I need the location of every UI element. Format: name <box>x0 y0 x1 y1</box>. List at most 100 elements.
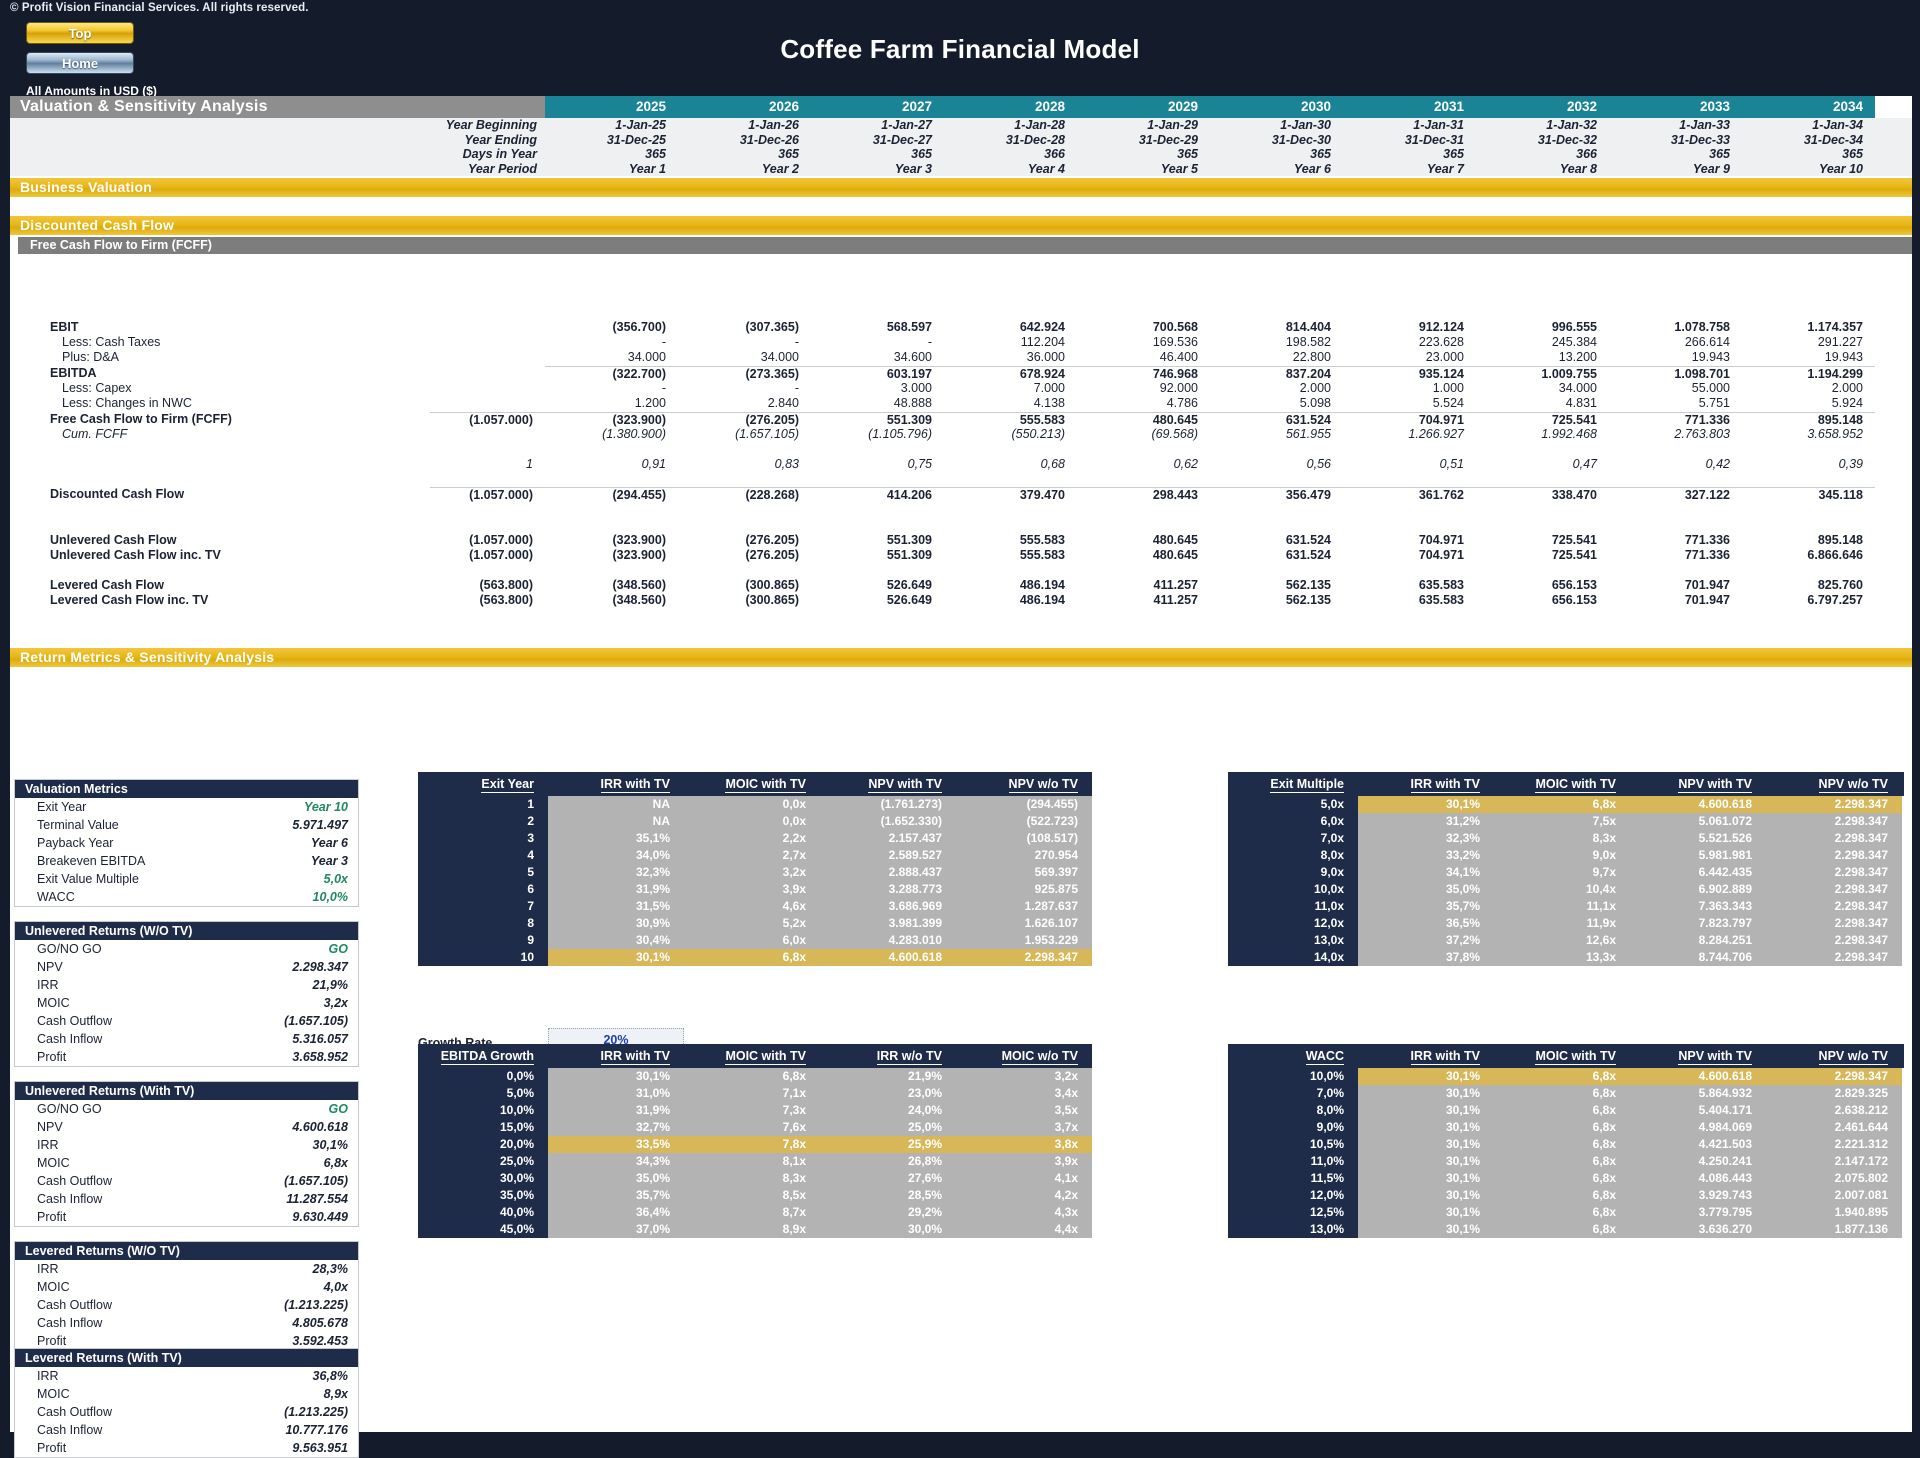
year-header-2027: 2027 <box>811 96 944 118</box>
period-cell: 1-Jan-30 <box>1280 118 1331 132</box>
dcf-cell: 169.536 <box>1152 335 1198 349</box>
panel-row-label: Payback Year <box>37 836 114 850</box>
table-cell: 3.288.773 <box>820 881 956 898</box>
table-row-label: 13,0% <box>1228 1221 1358 1238</box>
period-cell: 1-Jan-33 <box>1679 118 1730 132</box>
panel-row: GO/NO GO GO <box>15 940 358 958</box>
panel-row: Cash Inflow 4.805.678 <box>15 1314 358 1332</box>
table-cell: (522.723) <box>956 813 1092 830</box>
dcf-cell: 551.309 <box>886 533 932 547</box>
table-cell: 30,1% <box>1358 1221 1494 1238</box>
panel-row-value: Year 6 <box>310 836 348 850</box>
dcf-cell: 562.135 <box>1285 578 1331 592</box>
table-cell: 6,8x <box>1494 1136 1630 1153</box>
panel-row: IRR 36,8% <box>15 1367 358 1385</box>
dcf-cell: 5.098 <box>1299 396 1331 410</box>
table-row: 5,0% 31,0% 7,1x 23,0% 3,4x <box>418 1085 1092 1102</box>
table-row-label: 10,0% <box>1228 1068 1358 1085</box>
table-cell: 3,4x <box>956 1085 1092 1102</box>
dcf-cell: 935.124 <box>1343 366 1476 381</box>
table-cell: 2.298.347 <box>1766 813 1902 830</box>
dcf-cell: (356.700) <box>612 320 666 334</box>
dcf-cell: 0,68 <box>1040 457 1065 471</box>
panel-row-value: Year 3 <box>310 854 348 868</box>
dcf-cell: (1.380.900) <box>602 427 666 441</box>
dcf-cell: 486.194 <box>1019 578 1065 592</box>
table-cell: 35,7% <box>1358 898 1494 915</box>
dcf-cell: 291.227 <box>1817 335 1863 349</box>
dcf-cell: - <box>661 335 666 349</box>
table-cell: 5,2x <box>684 915 820 932</box>
dcf-cell: (276.205) <box>745 533 799 547</box>
table-column-header: MOIC w/o TV <box>1001 1049 1078 1065</box>
table-cell: 6,0x <box>684 932 820 949</box>
dcf-cell: 4.138 <box>1033 396 1065 410</box>
table-row-label: 30,0% <box>418 1170 548 1187</box>
table-row: 35,0% 35,7% 8,5x 28,5% 4,2x <box>418 1187 1092 1204</box>
dcf-cell: 526.649 <box>886 593 932 607</box>
sensitivity-table-ebitda-growth: EBITDA Growth IRR with TV MOIC with TV IRR … <box>418 1044 1092 1238</box>
panel-row: Cash Inflow 11.287.554 <box>15 1190 358 1208</box>
panel-row-value: 4.805.678 <box>292 1316 348 1330</box>
table-cell: 6,8x <box>684 1068 820 1085</box>
table-cell: 33,5% <box>548 1136 684 1153</box>
table-cell: 1.940.895 <box>1766 1204 1902 1221</box>
dcf-cell: (294.455) <box>545 487 678 502</box>
sensitivity-table-wacc: WACC IRR with TV MOIC with TV NPV with TV NP… <box>1228 1044 1904 1238</box>
period-cell: Year 4 <box>1027 161 1065 176</box>
table-row: 25,0% 34,3% 8,1x 26,8% 3,9x <box>418 1153 1092 1170</box>
table-row-label: 11,0x <box>1228 898 1358 915</box>
dcf-cell: 837.204 <box>1210 366 1343 381</box>
table-cell: 2.298.347 <box>1766 915 1902 932</box>
table-cell: 30,1% <box>1358 1136 1494 1153</box>
dcf-cell: 5.524 <box>1432 396 1464 410</box>
table-cell: 30,1% <box>1358 1204 1494 1221</box>
dcf-cell: 895.148 <box>1742 412 1875 427</box>
table-cell: NA <box>548 813 684 830</box>
period-cell: 31-Dec-28 <box>1005 132 1065 147</box>
panel-row: NPV 2.298.347 <box>15 958 358 976</box>
table-cell: (294.455) <box>956 796 1092 813</box>
year-header-2025: 2025 <box>545 96 678 118</box>
dcf-cell: 48.888 <box>893 396 932 410</box>
table-row-label: 9,0% <box>1228 1119 1358 1136</box>
panel-row-label: IRR <box>37 1369 59 1383</box>
period-cell: Year 6 <box>1293 161 1331 176</box>
period-row-label: Year Beginning <box>445 118 537 132</box>
table-row-label: 45,0% <box>418 1221 548 1238</box>
dcf-cell: 825.760 <box>1817 578 1863 592</box>
dcf-cell: 701.947 <box>1684 578 1730 592</box>
table-row-label: 12,0x <box>1228 915 1358 932</box>
table-row: 2 NA 0,0x (1.652.330) (522.723) <box>418 813 1092 830</box>
dcf-cell: (323.900) <box>545 412 678 427</box>
metrics-panel: Unlevered Returns (W/O TV) GO/NO GO GO NPV 2… <box>14 921 359 1067</box>
table-cell: 37,2% <box>1358 932 1494 949</box>
period-cell: 31-Dec-29 <box>1138 132 1198 147</box>
dcf-cell: 895.148 <box>1817 533 1863 547</box>
metrics-panel: Valuation Metrics Exit Year Year 10 Termina… <box>14 779 359 907</box>
table-row-label: 8,0% <box>1228 1102 1358 1119</box>
dcf-cell: (276.205) <box>678 412 811 427</box>
dcf-cell: 2.763.803 <box>1674 427 1730 441</box>
table-cell: 2.157.437 <box>820 830 956 847</box>
panel-title: Valuation Metrics <box>15 780 358 798</box>
period-cell: 31-Dec-33 <box>1670 132 1730 147</box>
dcf-cell: 551.309 <box>886 548 932 562</box>
table-row: 4 34,0% 2,7x 2.589.527 270.954 <box>418 847 1092 864</box>
dcf-cell: 771.336 <box>1684 548 1730 562</box>
table-cell: 1.877.136 <box>1766 1221 1902 1238</box>
period-cell: 1-Jan-27 <box>881 118 932 132</box>
dcf-cell: 1.009.755 <box>1476 366 1609 381</box>
table-row-label: 14,0x <box>1228 949 1358 966</box>
table-cell: 2.298.347 <box>956 949 1092 966</box>
year-header-2034: 2034 <box>1742 96 1875 118</box>
dcf-cell: 480.645 <box>1152 548 1198 562</box>
table-cell: 8,3x <box>684 1170 820 1187</box>
table-column-header: Exit Multiple <box>1270 777 1344 793</box>
table-cell: 3.981.399 <box>820 915 956 932</box>
panel-row-value: (1.657.105) <box>284 1014 348 1028</box>
dcf-cell: 356.479 <box>1210 487 1343 502</box>
table-cell: 3.686.969 <box>820 898 956 915</box>
panel-row-label: IRR <box>37 978 59 992</box>
table-row-label: 7 <box>418 898 548 915</box>
